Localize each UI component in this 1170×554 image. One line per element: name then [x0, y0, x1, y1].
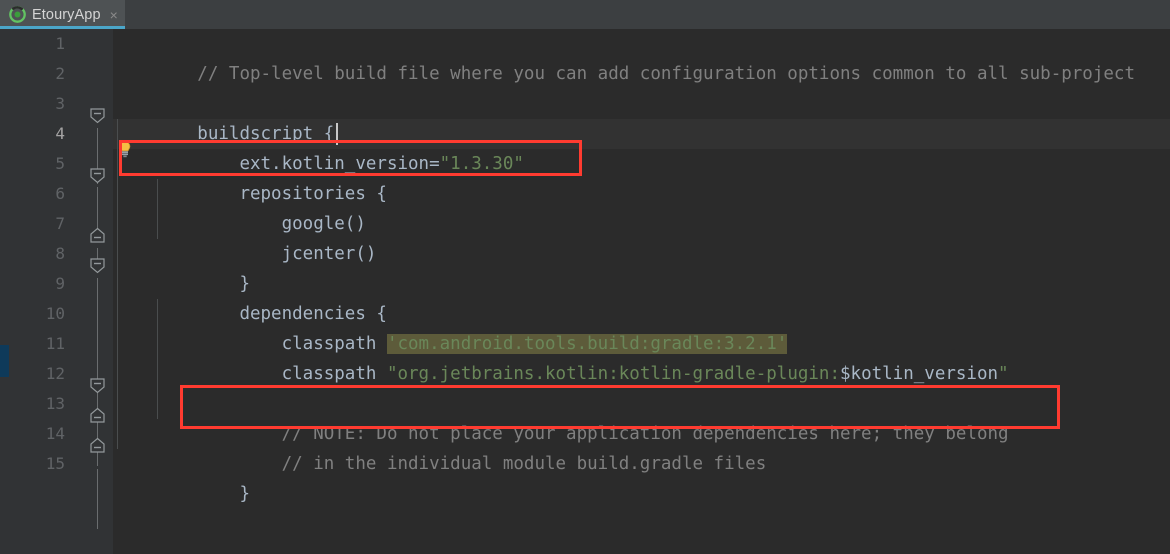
line-number-gutter: 1 2 3 4 5 6 7 8 9 10 11 12 13 14 15 [9, 29, 83, 554]
android-module-icon [9, 6, 26, 23]
fold-marker-collapse-end[interactable] [89, 437, 106, 454]
code-line[interactable]: } [113, 449, 1170, 504]
code-token-plain: } [197, 484, 250, 504]
fold-connector [97, 499, 98, 529]
tab-close-icon[interactable]: × [110, 8, 118, 22]
fold-marker-collapse-end[interactable] [89, 407, 106, 424]
code-line[interactable]: dependencies { [113, 269, 1170, 324]
line-number: 1 [55, 34, 65, 53]
change-stripe-column [0, 29, 9, 554]
code-line[interactable]: classpath "org.jetbrains.kotlin:kotlin-g… [113, 329, 1170, 384]
line-number: 13 [45, 394, 65, 413]
line-number: 4 [55, 124, 65, 143]
line-number: 6 [55, 184, 65, 203]
tab-etouryapp[interactable]: EtouryApp × [0, 0, 125, 29]
line-number: 14 [45, 424, 65, 443]
code-line[interactable]: jcenter() [113, 209, 1170, 264]
fold-marker-expanded[interactable] [89, 257, 106, 274]
ide-window: EtouryApp × 1 2 3 4 5 6 7 8 9 10 11 12 1… [0, 0, 1170, 554]
code-editor[interactable]: 1 2 3 4 5 6 7 8 9 10 11 12 13 14 15 // T… [0, 29, 1170, 554]
code-line[interactable] [113, 59, 1170, 89]
line-number: 5 [55, 154, 65, 173]
code-line[interactable]: } [113, 239, 1170, 294]
vcs-change-marker[interactable] [0, 345, 9, 377]
code-text-area[interactable]: // Top-level build file where you can ad… [113, 29, 1170, 554]
fold-marker-expanded[interactable] [89, 167, 106, 184]
fold-marker-expanded[interactable] [89, 377, 106, 394]
line-number: 7 [55, 214, 65, 233]
code-folding-column [83, 29, 113, 554]
line-number: 11 [45, 334, 65, 353]
code-line[interactable]: // Top-level build file where you can ad… [113, 29, 1170, 84]
intention-lightbulb-icon[interactable] [117, 141, 133, 158]
line-number: 8 [55, 244, 65, 263]
tab-bar-empty-space [124, 0, 1170, 29]
code-line[interactable]: buildscript { [113, 89, 1170, 144]
code-line[interactable]: // NOTE: Do not place your application d… [113, 389, 1170, 444]
line-number: 2 [55, 64, 65, 83]
code-line[interactable]: classpath 'com.android.tools.build:gradl… [113, 299, 1170, 354]
code-line[interactable]: // in the individual module build.gradle… [113, 419, 1170, 474]
fold-marker-expanded[interactable] [89, 107, 106, 124]
line-number: 15 [45, 454, 65, 473]
line-number: 3 [55, 94, 65, 113]
line-number: 9 [55, 274, 65, 293]
line-number: 12 [45, 364, 65, 383]
editor-tab-bar: EtouryApp × [0, 0, 1170, 29]
fold-connector [97, 469, 98, 499]
code-line[interactable]: google() [113, 179, 1170, 234]
tab-label: EtouryApp [32, 6, 101, 23]
code-line-current[interactable]: ext.kotlin_version="1.3.30" [113, 119, 1170, 174]
line-number: 10 [45, 304, 65, 323]
code-line[interactable]: repositories { [113, 149, 1170, 204]
code-line[interactable] [113, 359, 1170, 389]
text-caret [336, 123, 338, 145]
fold-marker-collapse-end[interactable] [89, 227, 106, 244]
